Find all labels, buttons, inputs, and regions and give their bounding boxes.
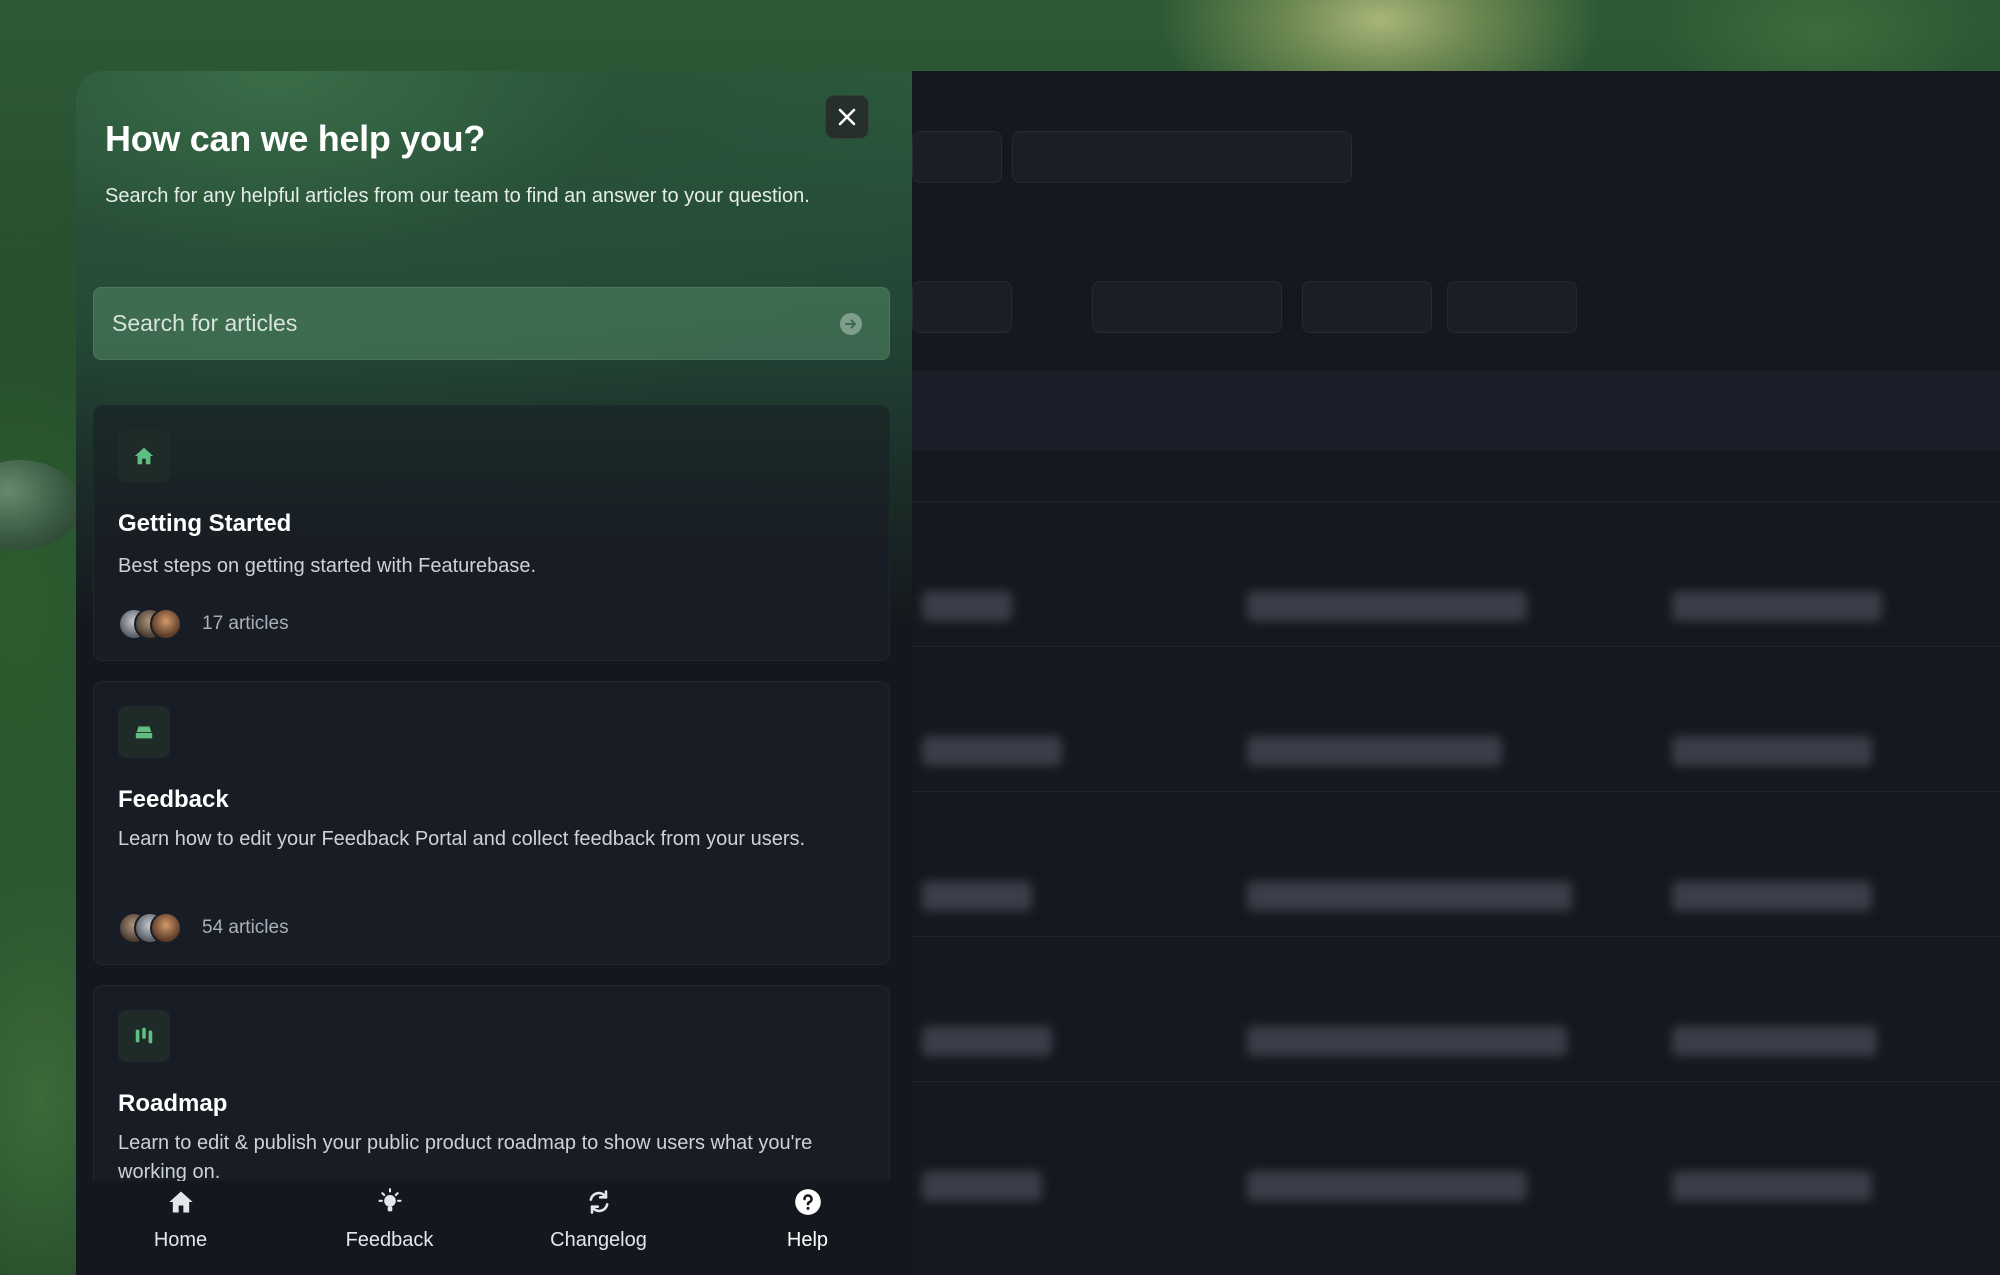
home-icon xyxy=(168,1191,193,1213)
help-icon xyxy=(794,1189,821,1215)
blurred-action-bar xyxy=(912,371,2000,451)
nav-label: Changelog xyxy=(550,1229,647,1251)
row-divider xyxy=(912,501,2000,502)
collection-description: Learn how to edit your Feedback Portal a… xyxy=(118,828,806,850)
background-app xyxy=(912,71,2000,1275)
close-icon xyxy=(838,108,856,126)
blurred-text xyxy=(1247,1171,1527,1201)
collection-title: Feedback xyxy=(118,786,229,813)
blurred-text xyxy=(922,1026,1052,1056)
search-input[interactable]: Search for articles xyxy=(93,287,890,360)
nav-item-help[interactable]: Help xyxy=(703,1181,912,1275)
arrow-right-circle-icon[interactable] xyxy=(839,312,863,336)
search-placeholder: Search for articles xyxy=(112,310,298,336)
lightbulb-icon xyxy=(377,1188,402,1212)
blurred-search xyxy=(1012,131,1352,183)
collection-card-getting-started[interactable]: Getting Started Best steps on getting st… xyxy=(93,405,890,661)
row-divider xyxy=(912,791,2000,792)
blurred-filter xyxy=(912,281,1012,333)
blurred-dropdown xyxy=(912,131,1002,183)
row-divider xyxy=(912,936,2000,937)
blurred-text xyxy=(922,736,1062,766)
collection-title: Getting Started xyxy=(118,510,292,537)
avatar xyxy=(150,608,182,640)
collection-title: Roadmap xyxy=(118,1090,228,1117)
collection-description: Best steps on getting started with Featu… xyxy=(118,555,537,577)
blurred-text xyxy=(1247,1026,1567,1056)
blurred-text xyxy=(922,1171,1042,1201)
nav-label: Home xyxy=(153,1229,208,1251)
blurred-filter xyxy=(1092,281,1282,333)
article-count: 17 articles xyxy=(202,613,289,634)
home-icon xyxy=(134,447,154,465)
blurred-text xyxy=(1247,736,1502,766)
blurred-text xyxy=(1672,881,1872,911)
blurred-text xyxy=(1672,1026,1877,1056)
row-divider xyxy=(912,1081,2000,1082)
collection-icon-box xyxy=(118,1010,170,1062)
collection-icon-box xyxy=(118,430,170,482)
blurred-text xyxy=(1247,591,1527,621)
blurred-text xyxy=(922,881,1032,911)
avatar xyxy=(150,912,182,944)
nav-item-changelog[interactable]: Changelog xyxy=(494,1181,703,1275)
article-count: 54 articles xyxy=(202,917,289,938)
blurred-text xyxy=(922,591,1012,621)
bottom-nav: Home Feedback Changelog Help xyxy=(76,1181,912,1275)
help-panel: How can we help you? Search for any help… xyxy=(76,71,912,1275)
blurred-text xyxy=(1672,591,1882,621)
author-avatars xyxy=(118,608,188,640)
collection-card-feedback[interactable]: Feedback Learn how to edit your Feedback… xyxy=(93,681,890,965)
inbox-icon xyxy=(135,726,153,739)
nav-item-home[interactable]: Home xyxy=(76,1181,285,1275)
page-title: How can we help you? xyxy=(105,118,486,159)
collection-description: Learn to edit & publish your public prod… xyxy=(118,1132,813,1183)
blurred-text xyxy=(1672,1171,1872,1201)
author-avatars xyxy=(118,912,188,944)
nav-item-feedback[interactable]: Feedback xyxy=(285,1181,494,1275)
blurred-filter xyxy=(1302,281,1432,333)
close-button[interactable] xyxy=(825,95,869,139)
nav-label: Feedback xyxy=(345,1229,434,1251)
blurred-text xyxy=(1247,881,1572,911)
refresh-icon xyxy=(589,1190,608,1214)
nav-label: Help xyxy=(786,1229,829,1251)
blurred-text xyxy=(1672,736,1872,766)
row-divider xyxy=(912,646,2000,647)
collection-icon-box xyxy=(118,706,170,758)
blurred-filter xyxy=(1447,281,1577,333)
roadmap-icon xyxy=(135,1027,153,1044)
page-subtitle: Search for any helpful articles from our… xyxy=(105,185,810,207)
background-disc xyxy=(0,460,80,550)
